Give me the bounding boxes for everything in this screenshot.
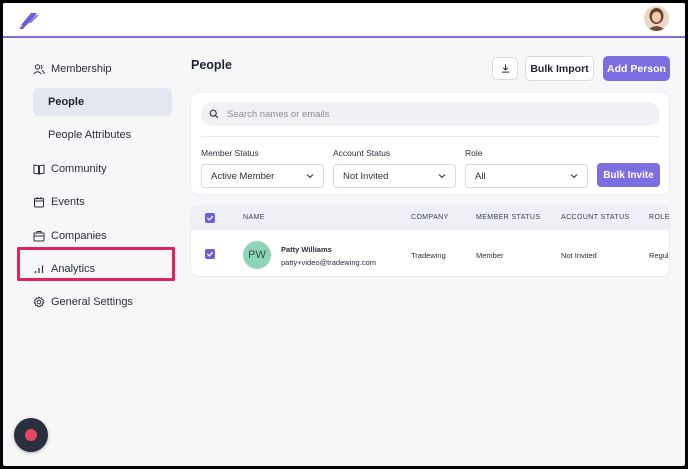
account-status-label: Account Status [333,148,391,158]
divider [201,136,660,137]
sidebar-item-people[interactable]: People [33,88,172,116]
download-icon [501,64,509,73]
sidebar-item-label: Membership [51,63,112,75]
add-person-button[interactable]: Add Person [603,56,670,81]
bulk-invite-button[interactable]: Bulk Invite [597,163,660,187]
people-table: NAME COMPANY MEMBER STATUS ACCOUNT STATU… [190,205,670,277]
column-header-member-status[interactable]: MEMBER STATUS [476,214,540,221]
check-icon [206,215,214,221]
sidebar-item-label: General Settings [51,296,133,308]
chevron-down-icon [570,174,578,179]
person-name[interactable]: Patty Williams [281,245,332,254]
member-status-label: Member Status [201,148,259,158]
general-settings-highlight [17,247,175,281]
role-value: All [475,170,486,182]
record-button[interactable] [14,418,48,452]
record-icon [25,429,37,441]
row-checkbox[interactable] [205,249,215,259]
member-status-value: Active Member [211,170,275,182]
bulk-import-button[interactable]: Bulk Import [525,56,594,81]
sidebar-item-label: People [48,96,85,108]
sidebar-item-label: Community [51,163,107,175]
person-member-status: Member [476,251,504,260]
avatar: PW [243,241,271,269]
user-avatar[interactable] [644,6,669,31]
check-icon [206,251,214,257]
sidebar-item-membership[interactable]: Membership [33,59,112,79]
tradewing-logo-icon[interactable] [17,9,41,31]
select-all-checkbox[interactable] [205,213,215,223]
sidebar-item-general-settings[interactable]: General Settings [33,292,133,312]
sidebar-item-companies[interactable]: Companies [33,226,107,246]
person-email: patty+video@tradewing.com [281,258,376,267]
sidebar-item-people-attributes[interactable]: People Attributes [33,121,172,149]
person-company: Tradewing [411,251,446,260]
filter-panel: Member Status Active Member Account Stat… [190,92,670,195]
book-icon [33,164,45,175]
account-status-value: Not Invited [343,170,389,182]
search-icon [209,109,219,119]
search-input[interactable] [227,108,627,120]
download-button[interactable] [492,57,518,80]
person-role: Regul [649,251,669,260]
sidebar-item-community[interactable]: Community [33,159,107,179]
app-window: Membership People People Attributes Comm… [3,3,685,466]
chevron-down-icon [438,174,446,179]
person-account-status: Not Invited [561,251,597,260]
gear-icon [33,296,45,308]
column-header-role[interactable]: ROLE [649,214,669,221]
sidebar-item-label: Companies [51,230,107,242]
sidebar-item-label: Events [51,196,85,208]
sidebar-item-label: People Attributes [48,129,132,141]
users-icon [33,64,45,75]
page-title: People [191,58,232,72]
top-bar [3,3,685,38]
column-header-account-status[interactable]: ACCOUNT STATUS [561,214,630,221]
column-header-name[interactable]: NAME [243,214,265,221]
member-status-select[interactable]: Active Member [201,164,324,188]
chevron-down-icon [306,174,314,179]
sidebar-item-events[interactable]: Events [33,192,85,212]
building-icon [33,231,45,242]
column-header-company[interactable]: COMPANY [411,214,449,221]
calendar-icon [34,197,44,208]
search-bar[interactable] [201,102,660,126]
role-label: Role [465,148,483,158]
account-status-select[interactable]: Not Invited [333,164,456,188]
table-header: NAME COMPANY MEMBER STATUS ACCOUNT STATU… [191,206,669,230]
role-select[interactable]: All [465,164,588,188]
